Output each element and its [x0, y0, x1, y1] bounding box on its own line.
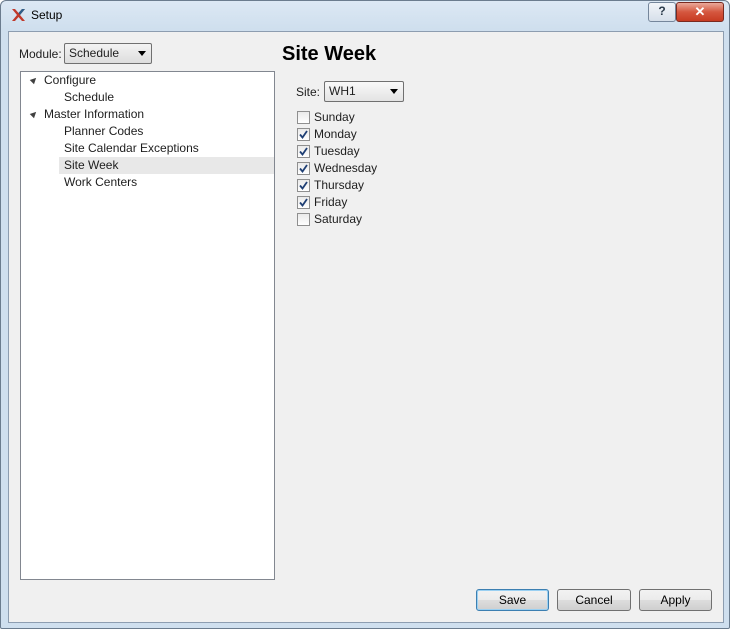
- module-label: Module:: [19, 47, 62, 61]
- help-button[interactable]: ?: [648, 2, 676, 22]
- expand-arrow-icon[interactable]: [29, 75, 39, 85]
- chevron-down-icon: [138, 51, 146, 56]
- checkbox[interactable]: [297, 162, 310, 175]
- module-select-value: Schedule: [69, 46, 120, 60]
- title-bar[interactable]: Setup ? ✕: [1, 1, 729, 31]
- checkbox[interactable]: [297, 179, 310, 192]
- site-label: Site:: [296, 85, 321, 99]
- save-button[interactable]: Save: [476, 589, 549, 611]
- tree-item-master-information[interactable]: Master Information: [21, 106, 274, 123]
- chevron-down-icon: [390, 89, 398, 94]
- checkbox[interactable]: [297, 196, 310, 209]
- day-label: Thursday: [314, 178, 365, 192]
- site-select[interactable]: WH1: [324, 81, 404, 102]
- checkmark-icon: [299, 164, 308, 173]
- tree-item-label: Work Centers: [64, 175, 138, 189]
- dialog-body: Module: Schedule Configure Schedule Mast…: [8, 31, 724, 623]
- tree-item-label: Master Information: [44, 107, 145, 121]
- tree-item-planner-codes[interactable]: Planner Codes: [21, 123, 274, 140]
- cancel-button[interactable]: Cancel: [557, 589, 631, 611]
- tree-item-label: Site Week: [64, 158, 119, 172]
- checkmark-icon: [299, 198, 308, 207]
- site-select-value: WH1: [329, 84, 356, 98]
- day-label: Saturday: [314, 212, 363, 226]
- day-label: Wednesday: [314, 161, 378, 175]
- checkmark-icon: [299, 181, 308, 190]
- app-logo-icon: [9, 6, 27, 24]
- checkbox[interactable]: [297, 128, 310, 141]
- tree-item-schedule[interactable]: Schedule: [21, 89, 274, 106]
- tree-item-site-week[interactable]: Site Week: [59, 157, 274, 174]
- day-label: Tuesday: [314, 144, 360, 158]
- setup-window: Setup ? ✕ Module: Schedule Configure Sch…: [0, 0, 730, 629]
- tree-item-label: Site Calendar Exceptions: [64, 141, 199, 155]
- checkbox[interactable]: [297, 145, 310, 158]
- tree-item-label: Planner Codes: [64, 124, 144, 138]
- checkbox[interactable]: [297, 213, 310, 226]
- checkbox[interactable]: [297, 111, 310, 124]
- day-label: Monday: [314, 127, 357, 141]
- checkmark-icon: [299, 147, 308, 156]
- tree-item-site-calendar-exceptions[interactable]: Site Calendar Exceptions: [21, 140, 274, 157]
- tree-item-label: Configure: [44, 73, 97, 87]
- module-select[interactable]: Schedule: [64, 43, 152, 64]
- expand-arrow-icon[interactable]: [29, 109, 39, 119]
- page-title: Site Week: [282, 43, 377, 65]
- window-title: Setup: [31, 8, 63, 22]
- checkmark-icon: [299, 130, 308, 139]
- tree-item-configure[interactable]: Configure: [21, 72, 274, 89]
- tree-item-label: Schedule: [64, 90, 115, 104]
- apply-button[interactable]: Apply: [639, 589, 712, 611]
- close-button[interactable]: ✕: [676, 2, 724, 22]
- day-label: Sunday: [314, 110, 355, 124]
- setup-tree[interactable]: Configure Schedule Master Information Pl…: [20, 71, 275, 580]
- day-label: Friday: [314, 195, 348, 209]
- tree-item-work-centers[interactable]: Work Centers: [21, 174, 274, 191]
